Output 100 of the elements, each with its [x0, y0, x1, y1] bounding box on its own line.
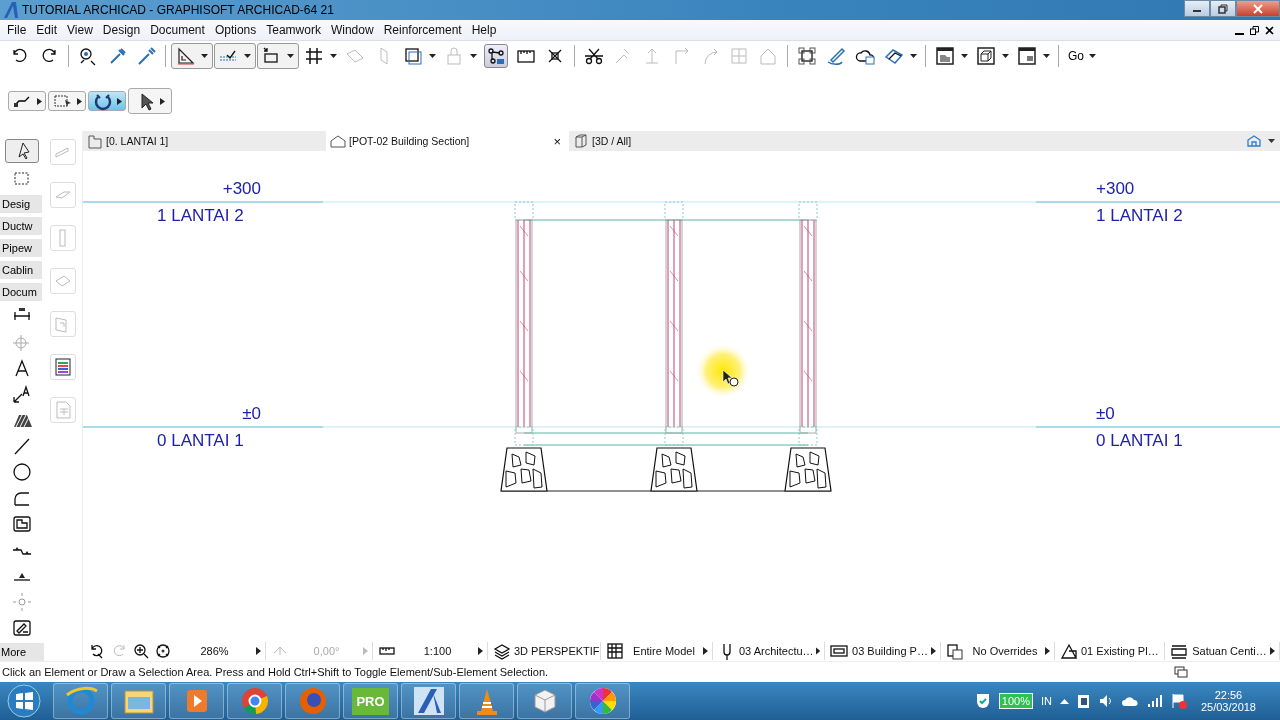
- menu-item[interactable]: File: [2, 23, 32, 37]
- caret-icon[interactable]: [201, 54, 208, 58]
- house-icon[interactable]: [1246, 134, 1276, 148]
- taskbar-app-button[interactable]: [575, 683, 630, 719]
- caret-icon[interactable]: [961, 54, 968, 58]
- restore-icon[interactable]: [1218, 3, 1228, 14]
- caret-icon[interactable]: [1089, 54, 1096, 58]
- navigator-value[interactable]: No Overrides: [967, 645, 1043, 657]
- menu-item[interactable]: Reinforcement: [378, 23, 467, 37]
- drawing-frame-icon[interactable]: [11, 513, 33, 535]
- node-network-icon[interactable]: [484, 44, 508, 68]
- selection-tool-button[interactable]: [48, 91, 86, 111]
- caret-icon[interactable]: [1270, 647, 1275, 655]
- navigator-value[interactable]: 1:100: [399, 645, 476, 657]
- caret-icon[interactable]: [37, 97, 42, 105]
- clipboard-icon[interactable]: [1076, 693, 1091, 709]
- cube-icon[interactable]: [975, 45, 997, 67]
- caret-icon[interactable]: [77, 97, 82, 105]
- windows-icon[interactable]: [1174, 666, 1188, 678]
- navigator-value[interactable]: 03 Architectu…: [739, 645, 814, 657]
- language-indicator[interactable]: IN: [1040, 695, 1052, 707]
- minimize-button[interactable]: [1184, 0, 1210, 17]
- navigator-value[interactable]: 286%: [175, 645, 254, 657]
- speaker-icon[interactable]: [1098, 694, 1113, 708]
- zoom-in-icon[interactable]: [131, 641, 151, 661]
- taskbar-app-button[interactable]: [227, 683, 282, 719]
- caret-icon[interactable]: [117, 97, 122, 105]
- caret-icon[interactable]: [931, 647, 936, 655]
- close-icon[interactable]: [1265, 25, 1274, 35]
- fit-icon[interactable]: [153, 641, 173, 661]
- pencil-icon[interactable]: [825, 45, 847, 67]
- menu-item[interactable]: Options: [209, 23, 262, 37]
- caret-icon[interactable]: [703, 647, 708, 655]
- navigator-value[interactable]: Entire Model: [627, 645, 701, 657]
- restore-button[interactable]: [1210, 0, 1236, 17]
- taskbar-app-button[interactable]: [169, 683, 224, 719]
- structure-icon[interactable]: [605, 641, 625, 661]
- selection-tool-button[interactable]: [88, 91, 126, 111]
- more-button[interactable]: More: [0, 643, 44, 661]
- restore-icon[interactable]: [1250, 25, 1259, 35]
- caret-icon[interactable]: [910, 54, 917, 58]
- menu-item[interactable]: Teamwork: [261, 23, 326, 37]
- navigator-value[interactable]: 3D PERSPEKTIF: [514, 645, 600, 657]
- arrow-tool-button[interactable]: [5, 139, 39, 163]
- document-icon[interactable]: [11, 617, 33, 639]
- palette-button[interactable]: Cablin: [0, 261, 42, 279]
- go-button[interactable]: Go: [1064, 49, 1088, 63]
- node-square-icon[interactable]: [796, 45, 818, 67]
- window-icon[interactable]: [934, 45, 956, 67]
- clock-date[interactable]: 25/03/2018: [1200, 701, 1256, 713]
- menu-item[interactable]: Design: [97, 23, 146, 37]
- menu-item[interactable]: Window: [325, 23, 379, 37]
- taskbar-app-button[interactable]: [401, 683, 456, 719]
- clock-time[interactable]: 22:56: [1214, 689, 1243, 701]
- circle-icon[interactable]: [11, 461, 33, 483]
- power-shield-icon[interactable]: [974, 692, 991, 710]
- grid-icon[interactable]: [303, 45, 325, 67]
- layer-sheet-icon[interactable]: [50, 354, 76, 380]
- house-outline-icon[interactable]: [330, 133, 346, 149]
- taskbar-app-button[interactable]: [517, 683, 572, 719]
- menu-item[interactable]: View: [62, 23, 98, 37]
- start-button[interactable]: [4, 683, 44, 719]
- window-pane-icon[interactable]: [1016, 45, 1038, 67]
- menu-item[interactable]: Help: [466, 23, 502, 37]
- close-button[interactable]: [1236, 0, 1280, 17]
- selection-tool-button[interactable]: [8, 91, 46, 111]
- caret-icon[interactable]: [1002, 54, 1009, 58]
- box-outline-icon[interactable]: [573, 133, 589, 149]
- navigator-value[interactable]: 03 Building P…: [851, 645, 929, 657]
- caret-icon[interactable]: [330, 54, 337, 58]
- magnet-icon[interactable]: [92, 91, 114, 111]
- override-icon[interactable]: [945, 641, 965, 661]
- caret-icon[interactable]: [244, 54, 251, 58]
- tab-close-button[interactable]: ×: [553, 133, 561, 149]
- navigator-value[interactable]: 01 Existing Pl…: [1081, 645, 1159, 657]
- caret-icon[interactable]: [160, 97, 165, 105]
- palette-button[interactable]: Ductw: [0, 217, 42, 235]
- caret-icon[interactable]: [815, 647, 820, 655]
- menu-item[interactable]: Edit: [31, 23, 63, 37]
- floor-plan-icon[interactable]: [87, 133, 103, 149]
- palette-button[interactable]: Desig: [0, 195, 42, 213]
- square-icon[interactable]: [402, 45, 424, 67]
- caret-icon[interactable]: [470, 54, 477, 58]
- taskbar-app-button[interactable]: [111, 683, 166, 719]
- caret-icon[interactable]: [256, 647, 261, 655]
- menu-item[interactable]: Document: [145, 23, 210, 37]
- view-tab[interactable]: [3D / All]: [569, 131, 812, 151]
- label-arrow-icon[interactable]: [11, 383, 33, 405]
- caret-icon[interactable]: [1045, 647, 1050, 655]
- caret-icon[interactable]: [1043, 54, 1050, 58]
- view-tab[interactable]: [0. LANTAI 1]: [83, 131, 326, 151]
- taskbar-app-button[interactable]: [53, 683, 108, 719]
- taskbar-app-button[interactable]: [285, 683, 340, 719]
- view-tab[interactable]: [POT-02 Building Section] ×: [326, 131, 569, 151]
- caret-icon[interactable]: [429, 54, 436, 58]
- signal-icon[interactable]: [1146, 694, 1163, 708]
- caret-icon[interactable]: [478, 647, 483, 655]
- arrow-tool-button[interactable]: [128, 88, 172, 114]
- flag-icon[interactable]: [1170, 693, 1187, 709]
- palette-button[interactable]: Pipew: [0, 239, 42, 257]
